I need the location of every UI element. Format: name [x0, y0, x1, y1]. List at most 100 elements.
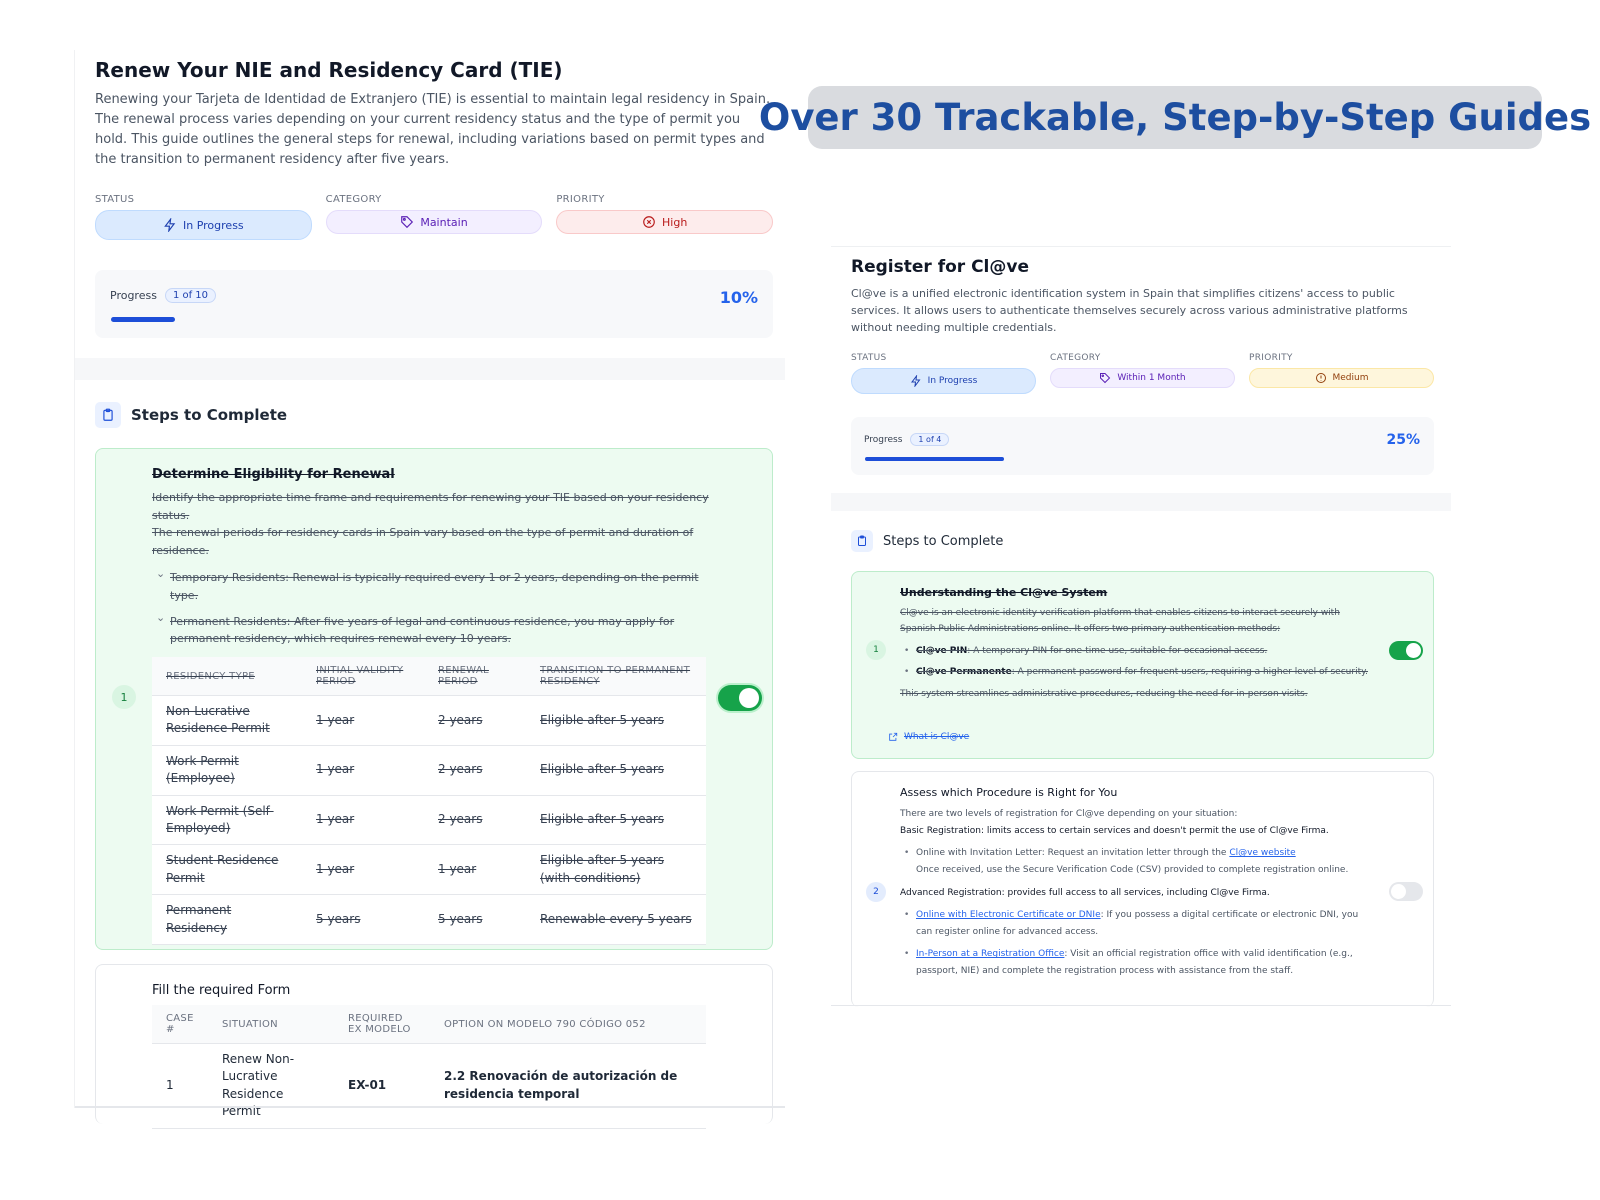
guide-card-tie: Renew Your NIE and Residency Card (TIE) … [74, 50, 785, 1129]
table-body: Non-Lucrative Residence Permit 1 year 2 ye… [152, 695, 706, 945]
guide-description: Cl@ve is a unified electronic identifica… [851, 287, 1408, 335]
category-pill[interactable]: Maintain [325, 210, 543, 234]
step-bullet: In-Person at a Registration Office: Visi… [900, 946, 1370, 979]
bullet-text: : A temporary PIN for one-time use, suit… [967, 645, 1268, 656]
table-header-row: RESIDENCY TYPE INITIAL VALIDITY PERIOD REN… [152, 657, 706, 696]
progress-box: Progress 1 of 4 25% [851, 417, 1434, 475]
priority-value: High [662, 215, 688, 229]
table-row: Permanent Residency 5 years 5 years Renewab… [152, 894, 706, 945]
status-label: STATUS [95, 194, 135, 205]
registration-office-link[interactable]: In-Person at a Registration Office [916, 949, 1064, 959]
progress-text: Progress [864, 434, 903, 445]
table-cell: Eligible after 5 years [526, 795, 706, 846]
progress-text: Progress [110, 289, 157, 302]
table-cell: Work Permit (Employee) [152, 745, 302, 796]
bolt-icon [910, 375, 921, 387]
status-field: STATUS In Progress [95, 194, 312, 240]
residency-table: RESIDENCY TYPE INITIAL VALIDITY PERIOD REN… [152, 657, 706, 945]
status-value: In Progress [183, 218, 244, 232]
table-body: 1 Renew Non-Lucrative Residence Permit EX-… [152, 1043, 706, 1129]
external-link-icon [889, 732, 898, 741]
meta-row: STATUS In Progress CATEGORY Within 1 Mon… [851, 353, 1434, 394]
table-cell: 1 year [424, 844, 526, 896]
status-field: STATUS In Progress [851, 353, 1036, 394]
table-header-cell: CASE # [152, 1005, 208, 1044]
clipboard-icon [95, 402, 121, 428]
table-cell: 5 years [302, 894, 424, 945]
progress-percent: 10% [719, 288, 758, 307]
toggle-knob [1406, 643, 1421, 658]
table-row: Non-Lucrative Residence Permit 1 year 2 ye… [152, 695, 706, 746]
step-description: Cl@ve is an electronic identity verifica… [900, 606, 1370, 703]
table-cell: 2 years [424, 695, 526, 746]
priority-pill[interactable]: Medium [1249, 368, 1434, 388]
table-cell: Non-Lucrative Residence Permit [152, 695, 302, 746]
x-circle-icon [643, 216, 655, 228]
table-cell: Permanent Residency [152, 894, 302, 945]
step-card: 2 Assess which Procedure is Right for Yo… [851, 771, 1434, 1007]
category-label: CATEGORY [325, 194, 382, 205]
status-pill[interactable]: In Progress [95, 210, 312, 240]
progress-bar [865, 457, 1421, 461]
table-row: 1 Renew Non-Lucrative Residence Permit EX-… [152, 1043, 706, 1129]
status-value: In Progress [927, 376, 978, 386]
bullet-term: Cl@ve PIN [916, 645, 968, 656]
step-bullet: Permanent Residents: After five years of… [152, 609, 712, 648]
priority-value: Medium [1332, 373, 1369, 383]
category-field: CATEGORY Within 1 Month [1050, 353, 1235, 394]
step-complete-toggle[interactable] [1389, 641, 1423, 660]
certificate-link[interactable]: Online with Electronic Certificate or DN… [916, 910, 1101, 920]
step-complete-toggle[interactable] [718, 685, 762, 711]
step-bullet: Cl@ve Permanente: A permanent password f… [900, 665, 1370, 681]
priority-field: PRIORITY High [556, 194, 774, 240]
table-cell: 1 [152, 1043, 208, 1129]
priority-label: PRIORITY [556, 194, 605, 205]
section-divider [831, 493, 1451, 511]
priority-field: PRIORITY Medium [1249, 353, 1434, 394]
table-cell: 2 years [424, 795, 526, 846]
steps-heading: Steps to Complete [851, 530, 1003, 552]
step-description: There are two levels of registration for… [900, 806, 1370, 980]
step-number: 1 [866, 640, 886, 660]
table-cell: Eligible after 5 years [526, 695, 706, 746]
status-label: STATUS [851, 353, 887, 363]
table-cell: Student Residence Permit [152, 844, 302, 896]
priority-pill[interactable]: High [556, 210, 774, 234]
step-card: Fill the required Form CASE # SITUATION RE… [95, 964, 773, 1129]
bullet-text: Once received, use the Secure Verificati… [916, 864, 1349, 875]
step-paragraph: There are two levels of registration for… [900, 809, 1238, 819]
table-header-cell: RESIDENCY TYPE [152, 657, 302, 696]
category-pill[interactable]: Within 1 Month [1050, 368, 1235, 388]
progress-percent: 25% [1386, 432, 1420, 448]
step-bullet: Online with Electronic Certificate or DN… [900, 907, 1370, 940]
headline-banner: Over 30 Trackable, Step-by-Step Guides [759, 86, 1591, 149]
step-number: 1 [112, 685, 136, 709]
guide-card-clave: Register for Cl@ve Cl@ve is a unified el… [831, 246, 1451, 1007]
table-cell: Renew Non-Lucrative Residence Permit [208, 1043, 334, 1129]
steps-heading-text: Steps to Complete [131, 406, 288, 424]
step-title: Fill the required Form [152, 983, 291, 998]
progress-box: Progress 1 of 10 10% [95, 270, 773, 338]
alert-circle-icon [1315, 373, 1326, 383]
table-cell: 5 years [424, 894, 526, 945]
progress-label: Progress 1 of 10 [110, 288, 217, 303]
step-description: Identify the appropriate time frame and … [152, 489, 712, 648]
clave-website-link[interactable]: Cl@ve website [1229, 848, 1295, 858]
step-title: Understanding the Cl@ve System [900, 586, 1108, 599]
step-subheading: Advanced Registration: provides full acc… [900, 887, 1270, 898]
panel-bottom-border [831, 1005, 1451, 1006]
clipboard-icon [851, 530, 873, 552]
step-card: 1 Understanding the Cl@ve System Cl@ve i… [851, 571, 1434, 759]
progress-bar-fill [865, 457, 1004, 461]
toggle-knob [739, 688, 759, 708]
form-table: CASE # SITUATION REQUIRED EX MODELO OPTION … [152, 1005, 706, 1129]
step-link[interactable]: What is Cl@ve [888, 732, 969, 742]
bullet-text: Online with Invitation Letter: Request a… [916, 848, 1230, 859]
step-complete-toggle[interactable] [1389, 882, 1423, 901]
progress-label: Progress 1 of 4 [864, 433, 950, 446]
step-paragraph: This system streamlines administrative p… [900, 689, 1308, 699]
step-card: 1 Determine Eligibility for Renewal Iden… [95, 448, 773, 950]
status-pill[interactable]: In Progress [851, 368, 1036, 394]
guide-title: Register for Cl@ve [851, 257, 1029, 277]
table-cell: 2 years [424, 745, 526, 796]
